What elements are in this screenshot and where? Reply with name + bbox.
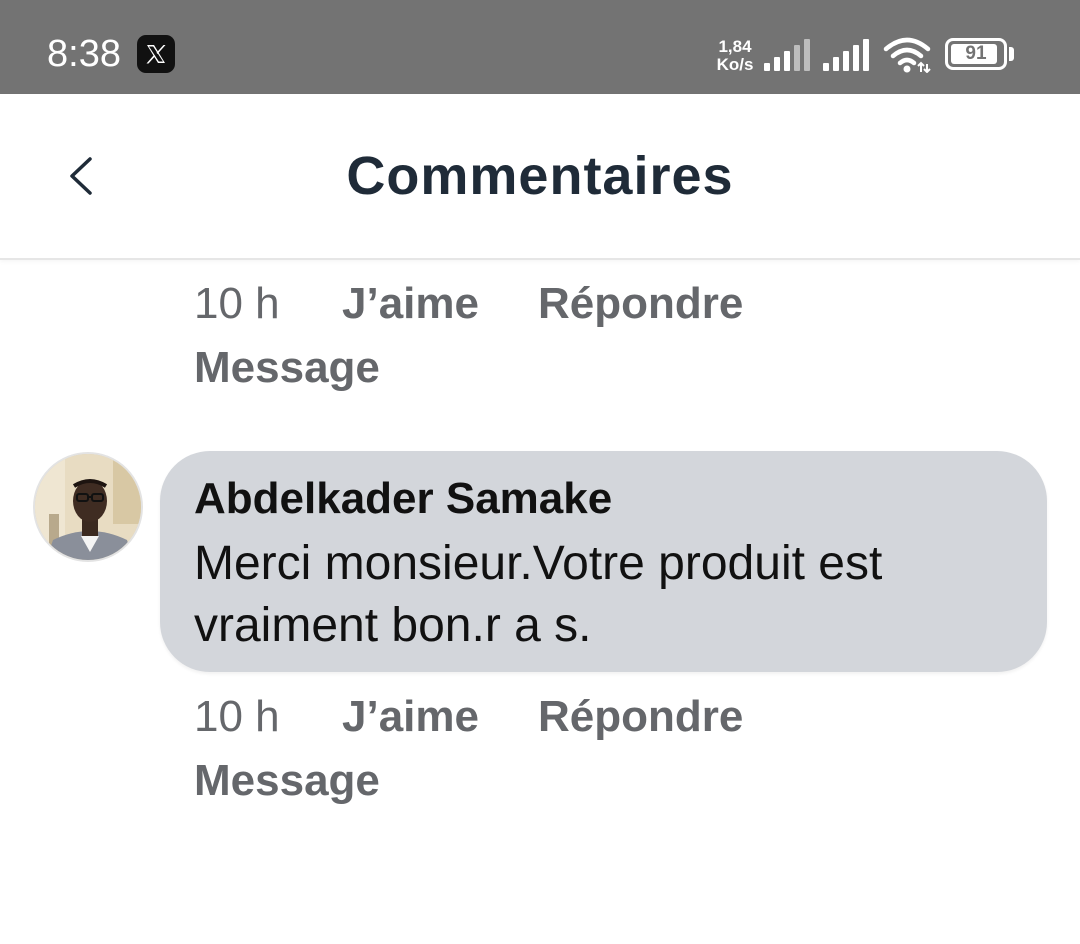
comment-time: 10 h	[194, 692, 280, 741]
comments-header: Commentaires	[0, 94, 1080, 260]
battery-cap	[1009, 47, 1014, 61]
comment-bubble[interactable]: Abdelkader Samake Merci monsieur.Votre p…	[160, 451, 1047, 672]
network-speed-unit: Ko/s	[716, 55, 754, 74]
comment-actions: 10 h J’aime Répondre Message	[194, 272, 954, 392]
reply-button[interactable]: Répondre	[538, 685, 743, 749]
like-button[interactable]: J’aime	[342, 685, 479, 749]
like-button[interactable]: J’aime	[342, 272, 479, 336]
avatar[interactable]	[33, 452, 143, 562]
comment-text: Merci monsieur.Votre produit est vraimen…	[194, 537, 883, 652]
status-time: 8:38	[47, 33, 121, 75]
reply-button[interactable]: Répondre	[538, 272, 743, 336]
message-button[interactable]: Message	[194, 749, 380, 813]
wifi-icon	[883, 37, 931, 73]
avatar-photo	[35, 454, 141, 560]
comment-time: 10 h	[194, 279, 280, 328]
comment-actions: 10 h J’aime Répondre Message	[194, 685, 954, 805]
status-bar: 8:38 1,84 Ko/s 91	[0, 0, 1080, 94]
battery-icon: 91	[945, 38, 1007, 70]
x-app-icon	[137, 35, 175, 73]
signal-icon	[764, 39, 810, 71]
battery-percentage: 91	[965, 43, 987, 64]
message-button[interactable]: Message	[194, 336, 380, 400]
page-title: Commentaires	[346, 146, 734, 206]
comment-author[interactable]: Abdelkader Samake	[194, 473, 612, 525]
signal-icon	[823, 39, 869, 71]
network-speed: 1,84 Ko/s	[712, 38, 758, 74]
network-speed-value: 1,84	[718, 37, 752, 56]
